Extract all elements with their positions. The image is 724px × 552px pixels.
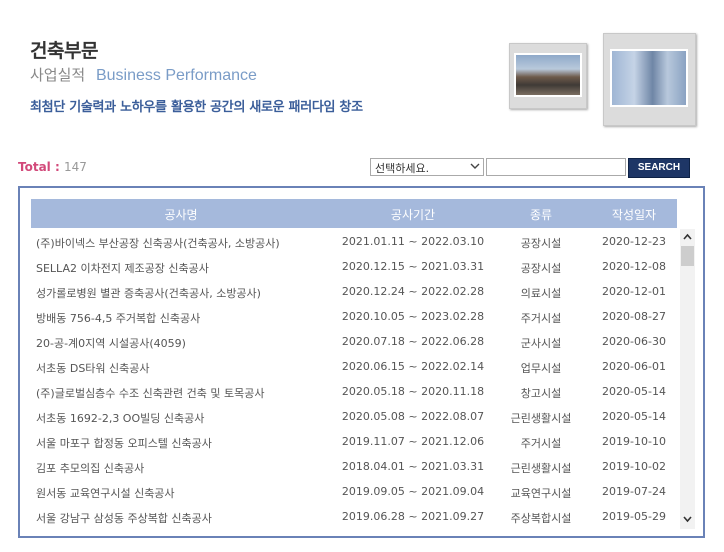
arrow-up-icon[interactable]	[682, 232, 693, 242]
building-photo-1	[514, 53, 582, 97]
project-date-cell: 2020-05-14	[602, 385, 666, 398]
project-name-cell[interactable]: 서울 강남구 삼성동 주상복합 신축공사	[36, 510, 212, 526]
project-name-cell[interactable]: 서초동 1692-2,3 OO빌딩 신축공사	[36, 410, 204, 426]
project-type-cell: 근린생활시설	[510, 462, 572, 475]
project-type-cell: 교육연구시설	[510, 487, 572, 500]
table-row[interactable]: 서울 마포구 합정동 오피스텔 신축공사 2019.11.07 ~ 2021.12…	[31, 429, 679, 454]
page-title: 건축부문	[30, 40, 98, 62]
project-date-cell: 2020-08-27	[602, 310, 666, 323]
arrow-down-icon[interactable]	[682, 514, 693, 524]
column-header-type: 종류	[529, 208, 553, 222]
project-name-cell[interactable]: 20-공-계0지역 시설공사(4059)	[36, 335, 186, 351]
table-row[interactable]: 20-공-계0지역 시설공사(4059) 2020.07.18 ~ 2022.06…	[31, 329, 679, 354]
select-value: 선택하세요.	[375, 162, 430, 175]
project-type-cell: 주거시설	[520, 312, 562, 325]
table-row[interactable]: 서울 강남구 삼성동 주상복합 신축공사 2019.06.28 ~ 2021.09…	[31, 504, 679, 529]
total-count: Total : 147	[18, 160, 87, 174]
search-input[interactable]	[486, 158, 626, 176]
building-photo-frame-1	[509, 43, 587, 109]
project-period-cell: 2020.06.15 ~ 2022.02.14	[341, 360, 485, 373]
project-date-cell: 2019-10-02	[602, 460, 666, 473]
project-period-cell: 2020.10.05 ~ 2023.02.28	[341, 310, 485, 323]
chevron-down-icon	[470, 163, 480, 169]
table-row[interactable]: 원서동 교육연구시설 신축공사 2019.09.05 ~ 2021.09.04 교육…	[31, 479, 679, 504]
project-date-cell: 2019-05-29	[602, 510, 666, 523]
project-type-cell: 창고시설	[520, 387, 562, 400]
project-period-cell: 2018.04.01 ~ 2021.03.31	[341, 460, 485, 473]
project-name-cell[interactable]: 원서동 교육연구시설 신축공사	[36, 485, 175, 501]
table-row[interactable]: 서초동 DS타워 신축공사 2020.06.15 ~ 2022.02.14 업무시설…	[31, 354, 679, 379]
total-label: Total :	[18, 160, 60, 174]
project-period-cell: 2020.07.18 ~ 2022.06.28	[341, 335, 485, 348]
column-header-date: 작성일자	[611, 208, 657, 222]
project-date-cell: 2020-06-30	[602, 335, 666, 348]
project-period-cell: 2019.06.28 ~ 2021.09.27	[341, 510, 485, 523]
project-name-cell[interactable]: 성가롤로병원 별관 증축공사(건축공사, 소방공사)	[36, 285, 261, 301]
project-date-cell: 2020-12-01	[602, 285, 666, 298]
project-period-cell: 2020.05.08 ~ 2022.08.07	[341, 410, 485, 423]
column-header-period: 공사기간	[390, 208, 436, 222]
project-date-cell: 2020-12-23	[602, 235, 666, 248]
project-type-cell: 주상복합시설	[510, 512, 572, 525]
project-period-cell: 2020.12.24 ~ 2022.02.28	[341, 285, 485, 298]
project-date-cell: 2020-06-01	[602, 360, 666, 373]
project-date-cell: 2019-07-24	[602, 485, 666, 498]
search-button[interactable]: SEARCH	[628, 158, 690, 178]
project-type-cell: 의료시설	[520, 287, 562, 300]
subtitle-english: Business Performance	[95, 67, 257, 84]
project-name-cell[interactable]: 방배동 756-4,5 주거복합 신축공사	[36, 310, 200, 326]
project-name-cell[interactable]: SELLA2 이차전지 제조공장 신축공사	[36, 260, 209, 276]
building-photo-frame-2	[603, 33, 696, 126]
slogan: 최첨단 기술력과 노하우를 활용한 공간의 새로운 패러다임 창조	[30, 100, 363, 115]
project-period-cell: 2019.09.05 ~ 2021.09.04	[341, 485, 485, 498]
page-subtitle: 사업실적 Business Performance	[30, 64, 257, 85]
project-date-cell: 2020-12-08	[602, 260, 666, 273]
project-type-cell: 공장시설	[520, 237, 562, 250]
column-header-name: 공사명	[164, 208, 198, 222]
project-period-cell: 2020.12.15 ~ 2021.03.31	[341, 260, 485, 273]
table-body: (주)바이넥스 부산공장 신축공사(건축공사, 소방공사) 2021.01.11 …	[31, 229, 679, 529]
project-name-cell[interactable]: 서울 마포구 합정동 오피스텔 신축공사	[36, 435, 212, 451]
project-period-cell: 2019.11.07 ~ 2021.12.06	[341, 435, 485, 448]
project-period-cell: 2020.05.18 ~ 2020.11.18	[341, 385, 485, 398]
results-panel: 공사명 공사기간 종류 작성일자 (주)바이넥스 부산공장 신축공사(건축공사,…	[18, 186, 705, 538]
project-period-cell: 2021.01.11 ~ 2022.03.10	[341, 235, 485, 248]
vertical-scrollbar[interactable]	[680, 229, 695, 529]
building-photo-2	[610, 49, 688, 107]
table-row[interactable]: 서초동 1692-2,3 OO빌딩 신축공사 2020.05.08 ~ 2022.…	[31, 404, 679, 429]
table-row[interactable]: 방배동 756-4,5 주거복합 신축공사 2020.10.05 ~ 2023.0…	[31, 304, 679, 329]
project-type-cell: 근린생활시설	[510, 412, 572, 425]
project-name-cell[interactable]: (주)바이넥스 부산공장 신축공사(건축공사, 소방공사)	[36, 235, 280, 251]
project-type-cell: 업무시설	[520, 362, 562, 375]
total-number: 147	[63, 160, 87, 174]
project-type-cell: 군사시설	[520, 337, 562, 350]
project-date-cell: 2019-10-10	[602, 435, 666, 448]
project-name-cell[interactable]: (주)글로벌심층수 수조 신축관련 건축 및 토목공사	[36, 385, 264, 401]
table-header: 공사명 공사기간 종류 작성일자	[31, 199, 677, 228]
search-category-select[interactable]: 선택하세요.	[370, 158, 484, 176]
project-name-cell[interactable]: 서초동 DS타워 신축공사	[36, 360, 150, 376]
scrollbar-thumb[interactable]	[681, 246, 694, 266]
table-row[interactable]: 성가롤로병원 별관 증축공사(건축공사, 소방공사) 2020.12.24 ~ 2…	[31, 279, 679, 304]
table-row[interactable]: (주)바이넥스 부산공장 신축공사(건축공사, 소방공사) 2021.01.11 …	[31, 229, 679, 254]
project-type-cell: 공장시설	[520, 262, 562, 275]
subtitle-korean: 사업실적	[30, 66, 86, 84]
table-row[interactable]: SELLA2 이차전지 제조공장 신축공사 2020.12.15 ~ 2021.0…	[31, 254, 679, 279]
table-row[interactable]: 김포 추모의집 신축공사 2018.04.01 ~ 2021.03.31 근린생활시…	[31, 454, 679, 479]
project-name-cell[interactable]: 김포 추모의집 신축공사	[36, 460, 144, 476]
table-row[interactable]: (주)글로벌심층수 수조 신축관련 건축 및 토목공사 2020.05.18 ~ …	[31, 379, 679, 404]
project-date-cell: 2020-05-14	[602, 410, 666, 423]
project-type-cell: 주거시설	[520, 437, 562, 450]
